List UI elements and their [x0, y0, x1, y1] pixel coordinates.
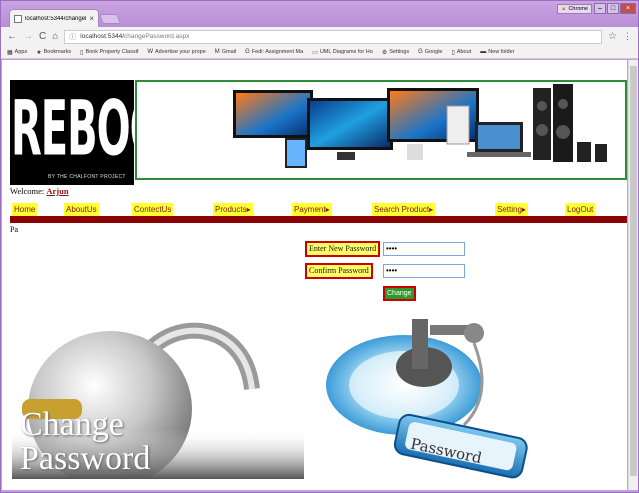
back-icon[interactable]: ←	[7, 31, 17, 42]
scrollbar-thumb[interactable]	[630, 66, 637, 476]
welcome-label: Welcome:	[10, 186, 45, 196]
bookmark-icon: G	[418, 49, 423, 55]
warning-icon: ▲	[561, 6, 567, 12]
tab-close-icon[interactable]: ×	[89, 14, 94, 23]
page-favicon-icon	[14, 14, 22, 23]
address-bar[interactable]: ⓘ localhost:5344/changePassword.aspx	[64, 29, 603, 44]
bookmark-label: Fedi: Assignment Ma	[251, 49, 304, 55]
bookmark-icon: ▦	[7, 49, 13, 56]
nav-setting[interactable]: Setting▸	[495, 203, 528, 216]
bookmark-item[interactable]: G Fedi: Assignment Ma	[245, 49, 303, 55]
profile-badge[interactable]: ▲ Chrome	[557, 4, 593, 14]
bookmarks-bar: ▦ Apps ★ Bookmarks ▯ Book Property Classif W Ad…	[1, 46, 638, 59]
welcome-message: Welcome: Arjun	[10, 186, 69, 196]
nav-divider-bar	[10, 216, 627, 223]
bookmark-label: Apps	[14, 49, 28, 55]
caption-line-1: Change	[20, 406, 124, 443]
bookmark-label: Book Property Classif	[85, 49, 139, 55]
maximize-button[interactable]: □	[607, 3, 619, 14]
new-password-input[interactable]: ••••	[383, 242, 465, 256]
url-host: localhost:5344/	[80, 33, 125, 40]
bookmark-item[interactable]: ▭ UML Diagrams for Ho	[312, 49, 373, 56]
nav-payment[interactable]: Payment▸	[292, 203, 332, 216]
bookmark-label: UML Diagrams for Ho	[319, 49, 373, 55]
bookmark-label: Gmail	[221, 49, 237, 55]
bookmark-item[interactable]: ▯ About	[452, 49, 472, 56]
bookmark-icon: W	[147, 49, 153, 55]
browser-toolbar: ← → C ⌂ ⓘ localhost:5344/changePassword.…	[1, 27, 638, 46]
vertical-scrollbar[interactable]	[628, 60, 638, 490]
change-password-caption: Change Password	[20, 408, 150, 476]
change-button[interactable]: Change	[383, 286, 416, 301]
bookmark-icon: ▯	[451, 49, 455, 56]
bookmark-item[interactable]: ⚙ Settings	[382, 49, 409, 56]
browser-window: localhost:5344/changeP × ▲ Chrome – □ × …	[0, 0, 639, 493]
bookmark-icon: M	[214, 49, 220, 55]
electronics-banner-art	[233, 84, 607, 168]
bookmark-item[interactable]: ▦ Apps	[7, 49, 27, 56]
bookmark-item[interactable]: W Advertise your prope	[147, 49, 205, 55]
bookmark-label: Settings	[389, 49, 410, 55]
nav-contectus[interactable]: ContectUs	[132, 203, 174, 216]
home-icon[interactable]: ⌂	[52, 31, 58, 42]
tab-strip: localhost:5344/changeP × ▲ Chrome – □ ×	[1, 1, 638, 27]
bookmark-label: About	[456, 49, 472, 55]
electronics-banner-image	[135, 80, 627, 180]
bookmark-star-icon[interactable]: ☆	[608, 31, 617, 42]
confirm-password-label: Confirm Password	[305, 263, 373, 279]
url-path: changePassword.aspx	[124, 33, 190, 40]
web-page: REBOOT! BY THE CHALFONT PROJECT	[2, 60, 627, 490]
bookmark-icon: ★	[36, 49, 42, 56]
bookmark-label: Bookmarks	[43, 49, 72, 55]
bookmark-icon: G	[245, 49, 250, 55]
profile-label: Chrome	[568, 6, 589, 12]
minimize-button[interactable]: –	[594, 3, 606, 14]
user-name-link[interactable]: Arjun	[46, 186, 68, 196]
url-text: localhost:5344/changePassword.aspx	[80, 33, 189, 40]
logo-text: REBOOT!	[11, 86, 134, 174]
bookmark-icon: ▬	[480, 49, 487, 55]
reload-icon[interactable]: C	[39, 31, 46, 42]
bookmark-item[interactable]: ▯ Book Property Classif	[80, 49, 138, 56]
page-text-fragment: Pa	[10, 225, 18, 234]
nav-home[interactable]: Home	[12, 203, 38, 216]
bookmark-item[interactable]: G Google	[418, 49, 442, 55]
site-logo[interactable]: REBOOT! BY THE CHALFONT PROJECT	[10, 80, 134, 185]
tab-title: localhost:5344/changeP	[25, 15, 87, 22]
close-window-button[interactable]: ×	[620, 3, 636, 14]
new-password-label: Enter New Password	[305, 241, 381, 257]
bookmark-item[interactable]: ★ Bookmarks	[36, 49, 71, 56]
info-icon: ⓘ	[69, 33, 77, 41]
new-tab-button[interactable]	[99, 14, 121, 24]
bookmark-item[interactable]: ▬ New folder	[480, 49, 514, 55]
bookmark-label: Google	[424, 49, 443, 55]
caption-line-2: Password	[20, 440, 151, 477]
nav-search-product[interactable]: Search Product▸	[372, 203, 436, 216]
bookmark-item[interactable]: M Gmail	[215, 49, 236, 55]
logo-subtitle: BY THE CHALFONT PROJECT	[48, 174, 126, 180]
browser-menu-icon[interactable]: ⋮	[623, 31, 632, 42]
bookmark-icon: ▯	[80, 49, 84, 56]
confirm-password-input[interactable]: ••••	[383, 264, 465, 278]
bookmark-label: Advertise your prope	[155, 49, 206, 55]
bookmark-icon: ▭	[312, 49, 318, 56]
forward-icon[interactable]: →	[23, 31, 33, 42]
bookmark-label: New folder	[488, 49, 515, 55]
nav-logout[interactable]: LogOut	[565, 203, 596, 216]
bookmark-icon: ⚙	[381, 49, 388, 56]
nav-aboutus[interactable]: AboutUs	[64, 203, 99, 216]
browser-tab[interactable]: localhost:5344/changeP ×	[9, 9, 99, 27]
nav-products[interactable]: Products▸	[213, 203, 253, 216]
